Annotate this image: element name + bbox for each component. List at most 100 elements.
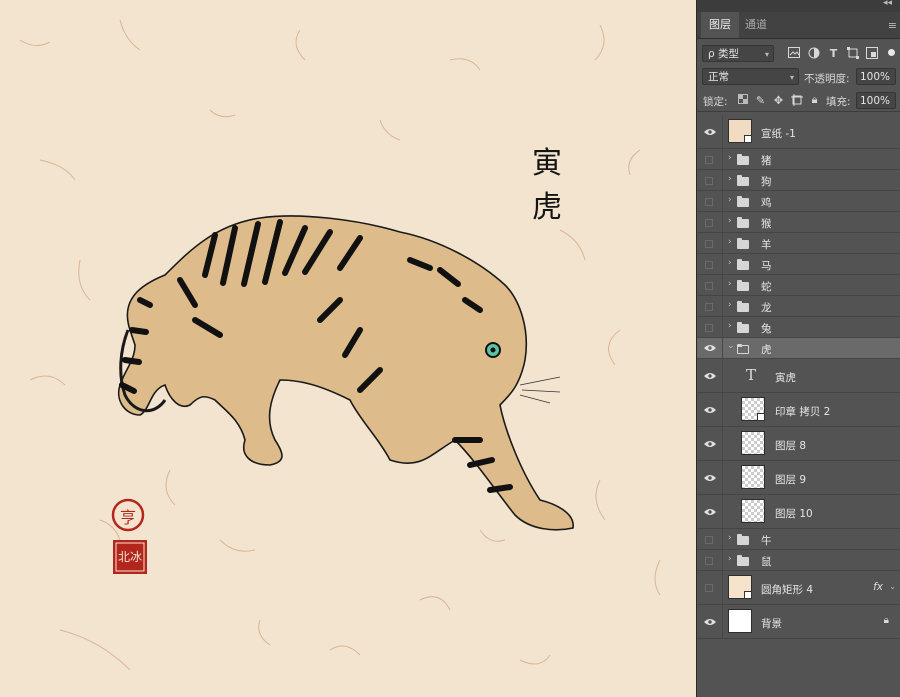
lock-artboard-icon[interactable] <box>790 94 803 107</box>
folder-icon <box>737 175 749 186</box>
visibility-toggle[interactable] <box>697 254 723 274</box>
chevron-right-icon[interactable]: › <box>728 321 732 331</box>
layer-row-group-ox[interactable]: › 牛 <box>697 529 900 550</box>
text-filter-icon[interactable]: T <box>827 47 840 60</box>
chevron-down-icon: ▾ <box>764 50 769 59</box>
chevron-right-icon[interactable]: › <box>728 279 732 289</box>
layer-row-rounded-rect[interactable]: 圆角矩形 4 fx ⌄ <box>697 571 900 605</box>
smartobject-filter-icon[interactable] <box>865 47 878 60</box>
chevron-right-icon[interactable]: › <box>728 237 732 247</box>
layer-row-group-rooster[interactable]: › 鸡 <box>697 191 900 212</box>
layer-row-layer8[interactable]: 图层 8 <box>697 427 900 461</box>
fill-input[interactable]: 100% <box>856 92 896 109</box>
lock-pixels-icon[interactable]: ✎ <box>754 94 767 107</box>
layer-row-text[interactable]: T 寅虎 <box>697 359 900 393</box>
layer-row-group-dog[interactable]: › 狗 <box>697 170 900 191</box>
tab-layers[interactable]: 图层 <box>701 12 739 38</box>
layer-row-layer9[interactable]: 图层 9 <box>697 461 900 495</box>
folder-icon <box>737 259 749 270</box>
adjustment-filter-icon[interactable] <box>807 47 820 60</box>
folder-icon <box>737 196 749 207</box>
layer-row-group-tiger[interactable]: ⌄ 虎 <box>697 338 900 359</box>
chevron-right-icon[interactable]: › <box>728 195 732 205</box>
opacity-input[interactable]: 100% <box>856 68 896 85</box>
layer-name: 羊 <box>761 239 772 251</box>
tab-channels[interactable]: 通道 <box>737 12 775 38</box>
hidden-box <box>705 557 713 565</box>
layer-row-group-rat[interactable]: › 鼠 <box>697 550 900 571</box>
lock-all-icon[interactable]: 🔒︎ <box>808 93 821 106</box>
visibility-toggle[interactable] <box>697 550 723 570</box>
layer-name: 龙 <box>761 302 772 314</box>
visibility-toggle[interactable] <box>697 212 723 232</box>
chevron-down-icon[interactable]: ⌄ <box>889 582 896 591</box>
layer-row-paper[interactable]: 宣纸 -1 <box>697 115 900 149</box>
layer-row-group-monkey[interactable]: › 猴 <box>697 212 900 233</box>
chevron-down-icon[interactable]: ⌄ <box>727 341 735 351</box>
shape-filter-icon[interactable] <box>846 47 859 60</box>
layer-row-seal-copy[interactable]: 印章 拷贝 2 <box>697 393 900 427</box>
layer-row-group-pig[interactable]: › 猪 <box>697 149 900 170</box>
visibility-toggle[interactable] <box>697 191 723 211</box>
layer-row-group-goat[interactable]: › 羊 <box>697 233 900 254</box>
hidden-box <box>705 303 713 311</box>
eye-icon <box>704 407 716 413</box>
folder-icon <box>737 154 749 165</box>
visibility-toggle[interactable] <box>697 529 723 549</box>
hidden-box <box>705 261 713 269</box>
opacity-label: 不透明度: <box>804 73 850 85</box>
chevron-right-icon[interactable]: › <box>728 554 732 564</box>
eye-icon <box>704 373 716 379</box>
chevron-right-icon[interactable]: › <box>728 153 732 163</box>
layer-effects-icon[interactable]: fx <box>873 581 883 593</box>
filter-toggle-icon[interactable] <box>888 49 895 56</box>
panel-tabs: 图层 通道 ≡ <box>697 12 900 39</box>
visibility-toggle[interactable] <box>697 275 723 295</box>
layer-row-group-dragon[interactable]: › 龙 <box>697 296 900 317</box>
visibility-toggle[interactable] <box>697 461 723 494</box>
visibility-toggle[interactable] <box>697 317 723 337</box>
chevron-right-icon[interactable]: › <box>728 174 732 184</box>
lock-row: 锁定: ✎ ✥ 🔒︎ 填充: 100% <box>697 91 900 112</box>
layer-row-background[interactable]: 背景 🔒︎ <box>697 605 900 639</box>
visibility-toggle[interactable] <box>697 170 723 190</box>
round-seal-text: 亨 <box>119 508 136 527</box>
layer-row-group-rabbit[interactable]: › 兔 <box>697 317 900 338</box>
panel-top-strip: ◂◂ <box>697 0 900 12</box>
visibility-toggle[interactable] <box>697 296 723 316</box>
filter-type-label: ρ 类型 <box>708 48 740 60</box>
folder-icon <box>737 217 749 228</box>
document-canvas[interactable]: 寅 虎 亨 北冰 <box>0 0 696 697</box>
layer-row-group-horse[interactable]: › 马 <box>697 254 900 275</box>
layer-row-layer10[interactable]: 图层 10 <box>697 495 900 529</box>
visibility-toggle[interactable] <box>697 233 723 253</box>
blend-mode-select[interactable]: 正常 ▾ <box>702 68 799 85</box>
layer-name: 印章 拷贝 2 <box>775 406 831 418</box>
filter-row: ρ 类型 ▾ T <box>697 44 900 64</box>
visibility-toggle[interactable] <box>697 571 723 604</box>
visibility-toggle[interactable] <box>697 359 723 392</box>
lock-transparent-icon[interactable] <box>736 94 749 107</box>
layer-row-group-snake[interactable]: › 蛇 <box>697 275 900 296</box>
visibility-toggle[interactable] <box>697 495 723 528</box>
visibility-toggle[interactable] <box>697 149 723 169</box>
opacity-value: 100% <box>860 71 891 83</box>
visibility-toggle[interactable] <box>697 115 723 148</box>
chevron-right-icon[interactable]: › <box>728 533 732 543</box>
chevron-right-icon[interactable]: › <box>728 216 732 226</box>
image-filter-icon[interactable] <box>787 47 800 60</box>
lock-position-icon[interactable]: ✥ <box>772 94 785 107</box>
visibility-toggle[interactable] <box>697 605 723 638</box>
visibility-toggle[interactable] <box>697 338 723 358</box>
visibility-toggle[interactable] <box>697 393 723 426</box>
chevron-right-icon[interactable]: › <box>728 300 732 310</box>
layer-name: 图层 8 <box>775 440 807 452</box>
panel-menu-icon[interactable]: ≡ <box>888 19 897 32</box>
chevron-right-icon[interactable]: › <box>728 258 732 268</box>
smart-object-badge-icon <box>757 413 765 421</box>
eye-icon <box>704 345 716 351</box>
collapse-panel-icon[interactable]: ◂◂ <box>883 0 892 8</box>
layer-thumbnail <box>741 465 765 489</box>
visibility-toggle[interactable] <box>697 427 723 460</box>
filter-type-select[interactable]: ρ 类型 ▾ <box>702 45 774 62</box>
